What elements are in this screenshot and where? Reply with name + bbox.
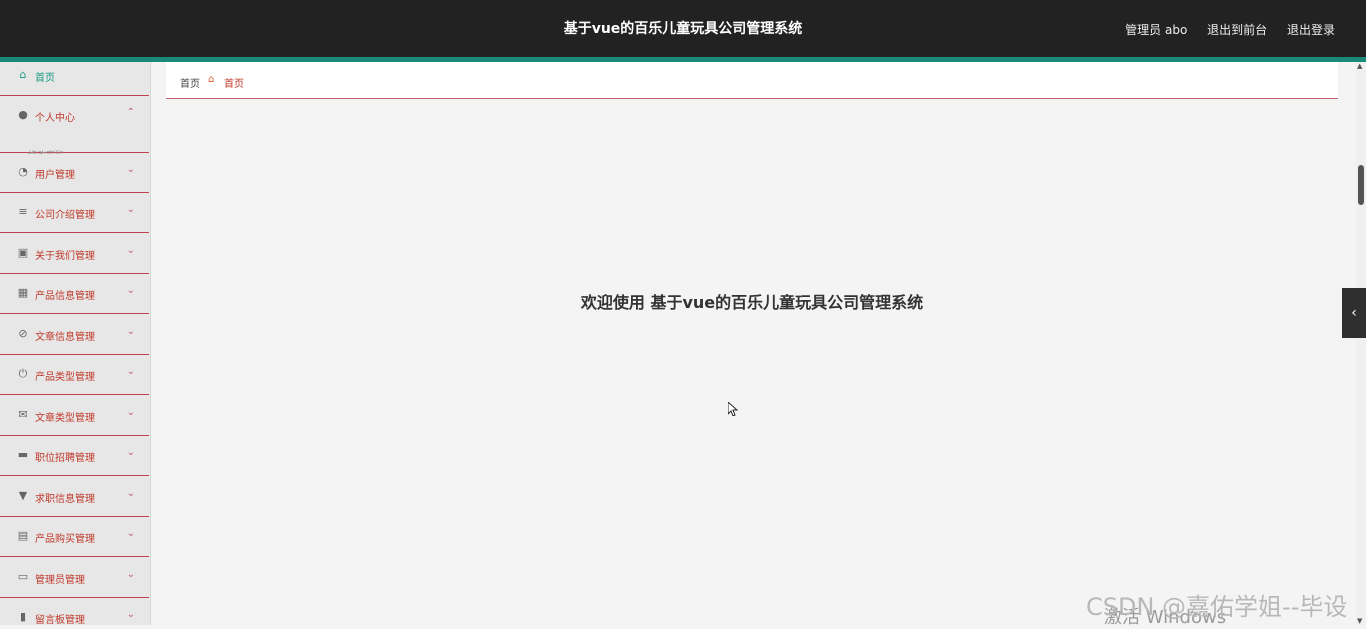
sidebar-item-users[interactable]: ◔ 用户管理 ⌄ (0, 153, 149, 193)
sidebar-item-label: 个人中心 (35, 113, 75, 124)
chevron-down-icon: ⌄ (126, 407, 135, 418)
sidebar-menu: ⌂ 首页 ● 个人中心 ⌃ 修改密码 ◔ 用户管理 ⌄ ≡ 公司介绍管理 ⌄ ▣… (0, 62, 151, 625)
sidebar-item-label: 关于我们管理 (35, 251, 95, 262)
home-icon: ⌂ (19, 68, 27, 81)
chevron-down-icon: ⌄ (126, 285, 135, 296)
chevron-down-icon: ⌄ (126, 366, 135, 377)
sidebar-item-purchases[interactable]: ▤ 产品购买管理 ⌄ (0, 517, 149, 557)
chevron-left-icon: ‹ (1351, 305, 1357, 321)
book-icon: ▮ (19, 610, 27, 623)
chevron-down-icon: ⌄ (126, 326, 135, 337)
sidebar-item-label: 产品类型管理 (35, 372, 95, 383)
back-to-front-link[interactable]: 退出到前台 (1207, 23, 1267, 37)
welcome-message: 欢迎使用 基于vue的百乐儿童玩具公司管理系统 (580, 293, 924, 312)
breadcrumb: 首页 ⌂ 首页 (166, 62, 1338, 99)
sidebar-item-label: 管理员管理 (35, 575, 85, 586)
scroll-up-icon[interactable]: ▲ (1357, 62, 1362, 70)
chart-icon: ▣ (17, 246, 29, 259)
grid-icon: ▦ (17, 286, 29, 299)
main-content: 首页 ⌂ 首页 欢迎使用 基于vue的百乐儿童玩具公司管理系统 (166, 62, 1338, 625)
sidebar-item-article-types[interactable]: ✉ 文章类型管理 ⌄ (0, 396, 149, 436)
sidebar-item-label: 产品信息管理 (35, 291, 95, 302)
clipboard-icon: ▤ (17, 529, 29, 542)
sidebar-item-message-board[interactable]: ▮ 留言板管理 ⌄ (0, 598, 149, 625)
sidebar-item-label: 职位招聘管理 (35, 453, 95, 464)
sidebar-item-label: 求职信息管理 (35, 494, 95, 505)
list-icon: ≡ (18, 205, 28, 218)
sidebar-item-job-seekers[interactable]: ▼ 求职信息管理 ⌄ (0, 477, 149, 517)
chat-icon: ▭ (17, 570, 29, 583)
user-icon: ● (18, 108, 28, 121)
current-user-label: 管理员 abo (1125, 23, 1188, 37)
csdn-watermark: CSDN @嘉佑学姐--毕设 (1086, 593, 1348, 621)
sidebar-item-about-us[interactable]: ▣ 关于我们管理 ⌄ (0, 234, 149, 274)
mouse-cursor-icon (728, 402, 738, 416)
breadcrumb-current: 首页 (224, 79, 244, 90)
sidebar-item-label: 留言板管理 (35, 615, 85, 625)
slash-icon: ⊘ (18, 327, 28, 340)
sidebar-item-profile[interactable]: ● 个人中心 ⌃ (0, 96, 149, 153)
gauge-icon: ◔ (18, 165, 28, 178)
pin-icon: ▼ (18, 489, 28, 502)
chevron-down-icon: ⌄ (126, 488, 135, 499)
chevron-down-icon: ⌄ (126, 528, 135, 539)
logout-link[interactable]: 退出登录 (1287, 23, 1335, 37)
chevron-down-icon: ⌄ (126, 447, 135, 458)
chevron-down-icon: ⌄ (126, 245, 135, 256)
sidebar-item-home[interactable]: ⌂ 首页 (0, 62, 149, 96)
monitor-icon: ▬ (17, 448, 29, 461)
sidebar-item-admins[interactable]: ▭ 管理员管理 ⌄ (0, 558, 149, 598)
chevron-down-icon: ⌄ (126, 204, 135, 215)
sidebar-item-jobs[interactable]: ▬ 职位招聘管理 ⌄ (0, 436, 149, 476)
sidebar-item-label: 首页 (35, 73, 55, 84)
sidebar-item-products[interactable]: ▦ 产品信息管理 ⌄ (0, 274, 149, 314)
chevron-up-icon: ⌃ (126, 107, 135, 118)
breadcrumb-root[interactable]: 首页 (180, 75, 200, 90)
chevron-down-icon: ⌄ (126, 609, 135, 620)
side-panel-toggle[interactable]: ‹ (1342, 288, 1366, 338)
mail-icon: ✉ (18, 408, 28, 421)
chevron-down-icon: ⌄ (126, 164, 135, 175)
page-scrollbar[interactable]: ▲ ▼ (1356, 62, 1366, 625)
scrollbar-thumb[interactable] (1358, 165, 1364, 205)
sidebar-item-label: 文章类型管理 (35, 413, 95, 424)
sidebar-item-label: 文章信息管理 (35, 332, 95, 343)
sidebar-item-label: 用户管理 (35, 170, 75, 181)
sidebar-item-label: 产品购买管理 (35, 534, 95, 545)
scroll-down-icon[interactable]: ▼ (1357, 617, 1362, 625)
sidebar-item-company-intro[interactable]: ≡ 公司介绍管理 ⌄ (0, 193, 149, 233)
sidebar-item-articles[interactable]: ⊘ 文章信息管理 ⌄ (0, 315, 149, 355)
power-icon: ⏻ (18, 367, 28, 380)
top-header: 基于vue的百乐儿童玩具公司管理系统 管理员 abo 退出到前台 退出登录 (0, 0, 1366, 57)
header-links: 管理员 abo 退出到前台 退出登录 (1109, 21, 1335, 38)
sidebar-item-label: 公司介绍管理 (35, 210, 95, 221)
chevron-down-icon: ⌄ (126, 569, 135, 580)
home-icon: ⌂ (208, 74, 215, 85)
sidebar-item-product-types[interactable]: ⏻ 产品类型管理 ⌄ (0, 355, 149, 395)
